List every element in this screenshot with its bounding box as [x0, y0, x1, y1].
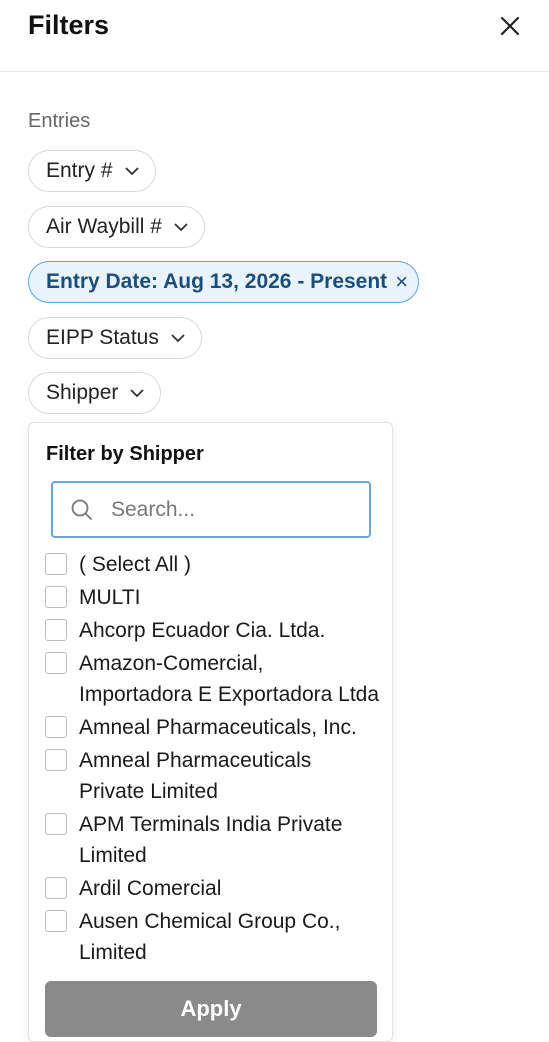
shipper-list[interactable]: ( Select All ) MULTI Ahcorp Ecuador Cia. L…	[45, 549, 385, 969]
entry-date-filter[interactable]: Entry Date: Aug 13, 2026 - Present ×	[28, 261, 420, 303]
entry-number-filter[interactable]: Entry #	[28, 150, 156, 192]
close-icon[interactable]	[498, 14, 522, 38]
eipp-status-filter-label: EIPP Status	[46, 326, 159, 349]
shipper-option-label: Amazon-Comercial, Importadora E Exportad…	[79, 652, 380, 706]
checkbox[interactable]	[45, 877, 67, 899]
shipper-option[interactable]: Ardil Comercial	[45, 873, 385, 904]
apply-button[interactable]: Apply	[45, 981, 377, 1037]
shipper-filter-label: Shipper	[46, 381, 119, 404]
checkbox[interactable]	[45, 553, 67, 575]
air-waybill-filter-label: Air Waybill #	[46, 215, 162, 238]
checkbox[interactable]	[45, 910, 67, 932]
shipper-option-label: MULTI	[79, 586, 141, 609]
chevron-down-icon	[123, 162, 141, 180]
checkbox[interactable]	[45, 716, 67, 738]
shipper-option-label: Ardil Comercial	[79, 877, 222, 900]
shipper-option-label: Ahcorp Ecuador Cia. Ltda.	[79, 619, 326, 642]
entry-number-filter-label: Entry #	[46, 159, 113, 182]
shipper-option-label: ( Select All )	[79, 553, 192, 576]
checkbox[interactable]	[45, 813, 67, 835]
remove-filter-icon[interactable]: ×	[395, 269, 408, 295]
chevron-down-icon	[169, 329, 187, 347]
chevron-down-icon	[172, 218, 190, 236]
search-input[interactable]	[109, 496, 343, 523]
shipper-option-label: Amneal Pharmaceuticals Private Limited	[79, 749, 312, 803]
checkbox[interactable]	[45, 586, 67, 608]
shipper-option[interactable]: ( Select All )	[45, 549, 385, 580]
chevron-down-icon	[128, 384, 146, 402]
shipper-dropdown: Filter by Shipper ( Select All ) MULTI Ahc…	[28, 422, 393, 1042]
filters-header: Filters	[0, 0, 549, 72]
shipper-option-label: Ausen Chemical Group Co., Limited	[79, 910, 341, 964]
page-title: Filters	[28, 10, 110, 40]
shipper-option[interactable]: Amneal Pharmaceuticals, Inc.	[45, 712, 385, 743]
search-box[interactable]	[51, 481, 371, 538]
shipper-option-label: Amneal Pharmaceuticals, Inc.	[79, 716, 357, 739]
section-label-entries: Entries	[28, 110, 91, 132]
shipper-option[interactable]: Amneal Pharmaceuticals Private Limited	[45, 745, 385, 807]
shipper-option[interactable]: Ahcorp Ecuador Cia. Ltda.	[45, 615, 385, 646]
checkbox[interactable]	[45, 749, 67, 771]
shipper-filter[interactable]: Shipper	[28, 372, 162, 414]
shipper-option[interactable]: MULTI	[45, 582, 385, 613]
checkbox[interactable]	[45, 652, 67, 674]
entry-date-filter-label: Entry Date: Aug 13, 2026 - Present	[46, 270, 388, 293]
shipper-option[interactable]: APM Terminals India Private Limited	[45, 809, 385, 871]
checkbox[interactable]	[45, 619, 67, 641]
dropdown-title: Filter by Shipper	[46, 443, 204, 465]
shipper-option-label: APM Terminals India Private Limited	[79, 813, 343, 867]
air-waybill-filter[interactable]: Air Waybill #	[28, 206, 205, 248]
search-icon	[71, 499, 92, 520]
shipper-option[interactable]: Ausen Chemical Group Co., Limited	[45, 906, 385, 968]
eipp-status-filter[interactable]: EIPP Status	[28, 317, 202, 359]
shipper-option[interactable]: Amazon-Comercial, Importadora E Exportad…	[45, 648, 385, 710]
